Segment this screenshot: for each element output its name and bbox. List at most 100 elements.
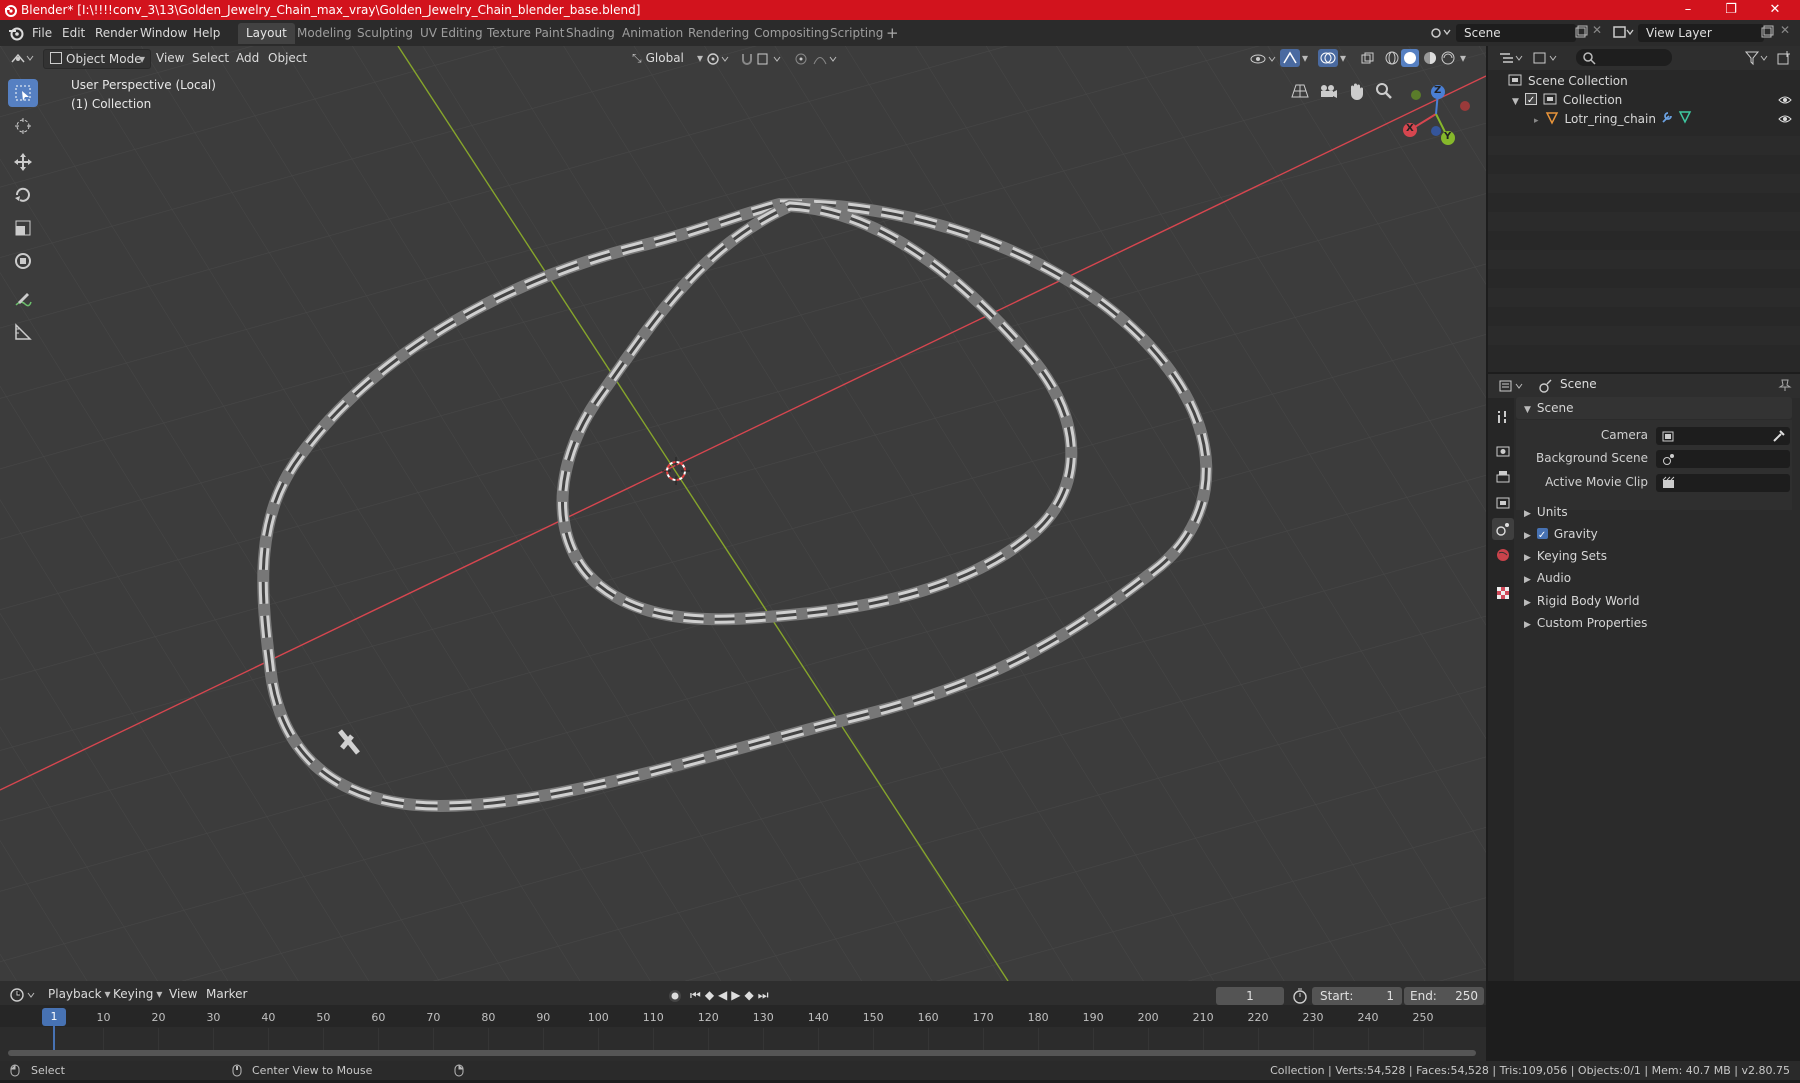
playback-controls[interactable]: ⏮◆◀▶◆⏭ [690,988,773,1003]
viewport-canvas[interactable] [0,46,1486,981]
filter-icon[interactable] [1744,50,1770,69]
close-button[interactable]: ✕ [1752,0,1798,20]
rigid-body-world-panel-header[interactable]: ▶ Rigid Body World [1516,590,1792,612]
annotate-tool[interactable] [8,286,38,314]
solid-shading-icon[interactable] [1401,49,1419,67]
delete-view-layer-icon[interactable]: ✕ [1780,23,1790,37]
timeline-editor-type-icon[interactable] [10,987,38,1006]
visibility-selectability-icon[interactable] [1250,51,1278,70]
mesh-data-icon[interactable] [1678,110,1692,127]
menu-edit[interactable]: Edit [57,24,90,42]
playhead-line[interactable] [53,1026,55,1051]
xray-toggle-icon[interactable] [1360,51,1376,70]
maximize-button[interactable]: ❐ [1708,0,1754,20]
snap-icon[interactable] [740,51,786,70]
move-tool[interactable] [8,148,38,176]
mode-dropdown[interactable]: Object Mode ▾ [43,49,151,69]
chevron-down-icon[interactable]: ▾ [1460,51,1466,65]
jump-keyframe-forward-icon[interactable]: ◆ [745,988,758,1002]
menu-help[interactable]: Help [188,24,225,42]
end-frame-field[interactable]: End: 250 [1404,987,1484,1005]
keying-sets-panel-header[interactable]: ▶ Keying Sets [1516,545,1792,567]
toggle-perspective-icon[interactable] [1290,81,1310,104]
hand-pan-icon[interactable] [1346,81,1366,104]
timeline-menu-playback[interactable]: Playback ▾ [42,985,117,1003]
gizmo-toggle-icon[interactable] [1280,49,1300,67]
timeline-scrollbar[interactable] [8,1050,1476,1056]
editor-type-icon[interactable] [10,50,36,69]
measure-tool[interactable] [8,318,38,346]
outliner-object-row[interactable]: ▸ Lotr_ring_chain [1534,109,1656,129]
pivot-point-icon[interactable] [706,51,732,70]
pin-icon[interactable] [1778,378,1792,395]
scene-panel-header[interactable]: ▼ Scene [1516,397,1792,419]
viewport-menu-select[interactable]: Select [186,49,235,67]
blender-menu-icon[interactable] [8,25,24,44]
jump-start-icon[interactable]: ⏮ [690,988,705,1002]
add-workspace-icon[interactable]: + [886,24,899,42]
world-tab-icon[interactable] [1492,544,1514,566]
viewport-menu-object[interactable]: Object [262,49,313,67]
delete-scene-icon[interactable]: ✕ [1592,23,1602,37]
stopwatch-icon[interactable] [1292,988,1308,1007]
scene-name-field[interactable]: Scene [1456,24,1576,42]
chevron-down-icon[interactable]: ▾ [1302,51,1308,65]
viewport-menu-add[interactable]: Add [230,49,265,67]
chevron-down-icon[interactable]: ▾ [1340,51,1346,65]
render-tab-icon[interactable] [1492,440,1514,462]
output-tab-icon[interactable] [1492,466,1514,488]
play-reverse-icon[interactable]: ◀ [718,988,731,1002]
3d-viewport[interactable] [0,46,1486,981]
tool-settings-tab-icon[interactable] [1492,406,1514,428]
object-visibility-eye-icon[interactable] [1778,113,1792,128]
camera-field[interactable] [1656,427,1790,445]
tab-sculpting[interactable]: Sculpting [349,23,421,44]
jump-keyframe-back-icon[interactable]: ◆ [705,988,718,1002]
jump-end-icon[interactable]: ⏭ [758,988,773,1002]
timeline-menu-view[interactable]: View [163,985,203,1003]
new-scene-icon[interactable] [1574,25,1588,42]
units-panel-header[interactable]: ▶ Units [1516,501,1792,523]
view-layer-selector-icon[interactable] [1613,24,1635,43]
rendered-shading-icon[interactable] [1440,50,1456,69]
transform-tool[interactable] [8,247,38,275]
play-icon[interactable]: ▶ [731,988,744,1002]
transform-orientation-dropdown[interactable]: ⤡ Global ▾ [626,49,706,67]
wireframe-shading-icon[interactable] [1384,50,1400,69]
gravity-checkbox[interactable]: ✓ [1536,528,1548,541]
menu-window[interactable]: Window [135,24,192,42]
overlays-toggle-icon[interactable] [1318,49,1338,67]
timeline-menu-keying[interactable]: Keying ▾ [107,985,168,1003]
scale-tool[interactable] [8,214,38,242]
texture-tab-icon[interactable] [1492,582,1514,604]
minimize-button[interactable]: – [1665,0,1711,20]
tab-layout[interactable]: Layout [238,23,295,44]
viewport-menu-view[interactable]: View [150,49,190,67]
view-layer-field[interactable]: View Layer [1638,24,1764,42]
tab-scripting[interactable]: Scripting [822,23,891,44]
collection-visibility-eye-icon[interactable] [1778,94,1792,109]
material-shading-icon[interactable] [1422,50,1438,69]
modifier-wrench-icon[interactable] [1660,110,1674,127]
navigation-gizmo[interactable]: X Y Z [1396,84,1476,152]
outliner-scene-collection[interactable]: Scene Collection [1508,71,1628,91]
select-box-tool[interactable] [8,79,38,107]
cursor-tool[interactable] [8,112,38,140]
timeline-menu-marker[interactable]: Marker [200,985,253,1003]
proportional-editing-icon[interactable] [794,51,840,70]
new-collection-icon[interactable] [1776,50,1792,69]
active-movie-clip-field[interactable] [1656,474,1790,492]
record-button-icon[interactable] [668,989,682,1006]
properties-editor-type-icon[interactable] [1498,378,1526,397]
outliner-editor-type-icon[interactable] [1498,50,1526,69]
expand-arrow-icon[interactable]: ▸ [1534,116,1539,126]
camera-view-icon[interactable] [1318,81,1338,104]
current-frame-field[interactable]: 1 [1216,987,1284,1005]
background-scene-field[interactable] [1656,450,1790,468]
expand-arrow-icon[interactable]: ▼ [1512,97,1519,107]
display-mode-icon[interactable] [1532,50,1560,69]
custom-properties-panel-header[interactable]: ▶ Custom Properties [1516,612,1792,634]
audio-panel-header[interactable]: ▶ Audio [1516,567,1792,589]
collection-checkbox[interactable]: ✓ [1524,93,1537,106]
gravity-panel-header[interactable]: ▶ ✓ Gravity [1516,523,1792,545]
